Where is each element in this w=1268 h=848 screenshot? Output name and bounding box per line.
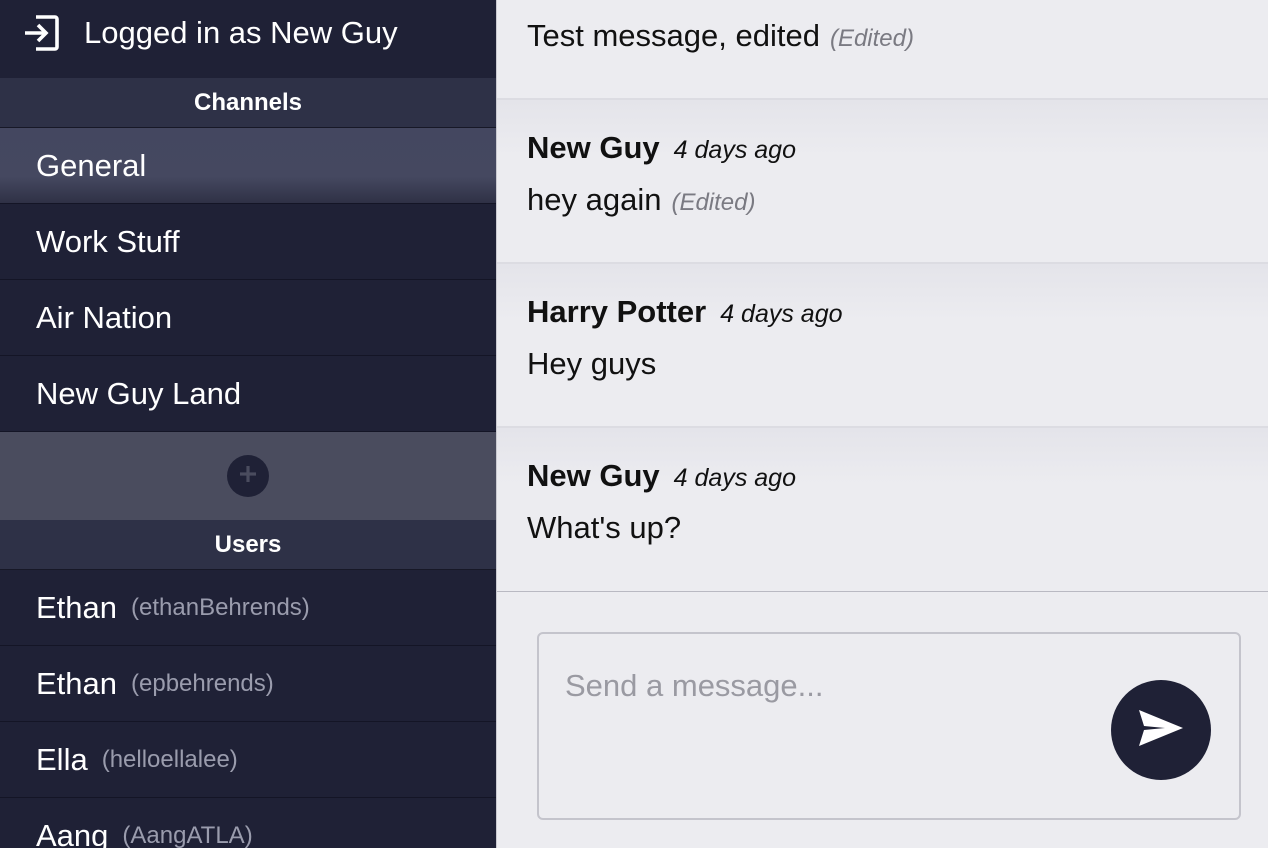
user-handle: (AangATLA): [122, 821, 253, 848]
message-author: Harry Potter: [527, 294, 707, 329]
message-text-row: hey again (Edited): [527, 182, 756, 218]
message-text: Hey guys: [527, 346, 657, 381]
message-text: What's up?: [527, 510, 682, 545]
channel-item-general[interactable]: General: [0, 128, 496, 204]
channel-item-new-guy-land[interactable]: New Guy Land: [0, 356, 496, 432]
user-item[interactable]: Aang (AangATLA): [0, 798, 496, 848]
message-timestamp: 4 days ago: [673, 136, 796, 164]
message-composer: [537, 632, 1241, 820]
message-author: New Guy: [527, 130, 660, 165]
message-item: Test message, edited (Edited): [497, 0, 1268, 100]
add-channel-button[interactable]: [227, 455, 269, 497]
user-item[interactable]: Ethan (epbehrends): [0, 646, 496, 722]
sidebar: Logged in as New Guy Channels General Wo…: [0, 0, 496, 848]
add-channel-row: [0, 432, 496, 520]
edited-label: (Edited): [671, 189, 756, 216]
edited-label: (Edited): [829, 25, 914, 52]
message-timestamp: 4 days ago: [673, 464, 796, 492]
send-button[interactable]: [1111, 680, 1211, 780]
chat-panel: Test message, edited (Edited) New Guy 4 …: [496, 0, 1268, 848]
message-list[interactable]: Test message, edited (Edited) New Guy 4 …: [497, 0, 1268, 592]
message-item: New Guy 4 days ago What's up?: [497, 428, 1268, 592]
message-text: Test message, edited: [527, 18, 820, 53]
login-status: Logged in as New Guy: [0, 0, 496, 78]
user-name: Ethan: [36, 665, 118, 701]
message-input[interactable]: [565, 668, 1105, 704]
message-text-row: What's up?: [527, 510, 681, 546]
sign-in-icon[interactable]: [22, 14, 60, 52]
logged-in-label: Logged in as New Guy: [84, 15, 398, 50]
user-name: Ella: [36, 741, 88, 777]
user-item[interactable]: Ella (helloellalee): [0, 722, 496, 798]
message-text: hey again: [527, 182, 662, 217]
channel-item-work-stuff[interactable]: Work Stuff: [0, 204, 496, 280]
paper-plane-icon: [1137, 708, 1185, 753]
user-name: Ethan: [36, 589, 118, 625]
plus-icon: [237, 463, 259, 490]
message-item: Harry Potter 4 days ago Hey guys: [497, 264, 1268, 428]
user-handle: (ethanBehrends): [131, 593, 310, 621]
user-name: Aang: [36, 817, 109, 848]
message-text-row: Test message, edited (Edited): [527, 18, 914, 54]
composer-divider: [497, 591, 1268, 592]
message-author: New Guy: [527, 458, 660, 493]
message-header: New Guy 4 days ago: [527, 130, 796, 166]
user-item[interactable]: Ethan (ethanBehrends): [0, 570, 496, 646]
message-text-row: Hey guys: [527, 346, 656, 382]
user-handle: (epbehrends): [131, 669, 274, 697]
channel-item-air-nation[interactable]: Air Nation: [0, 280, 496, 356]
user-handle: (helloellalee): [101, 745, 238, 773]
message-item: New Guy 4 days ago hey again (Edited): [497, 100, 1268, 264]
channels-header: Channels: [0, 78, 496, 128]
message-header: Harry Potter 4 days ago: [527, 294, 843, 330]
users-header: Users: [0, 520, 496, 570]
message-timestamp: 4 days ago: [720, 300, 843, 328]
message-header: New Guy 4 days ago: [527, 458, 796, 494]
